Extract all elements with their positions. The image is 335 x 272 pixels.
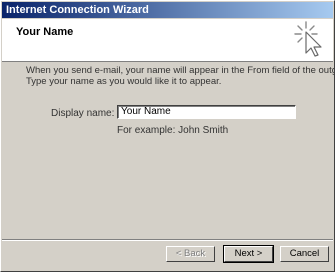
button-separator: [2, 239, 333, 241]
title-bar[interactable]: Internet Connection Wizard: [2, 2, 333, 18]
intro-text: When you send e-mail, your name will app…: [26, 65, 334, 87]
wizard-window: Internet Connection Wizard Your Name Whe…: [0, 0, 335, 272]
example-hint: For example: John Smith: [117, 125, 229, 136]
window-title: Internet Connection Wizard: [6, 4, 149, 16]
wizard-sparkle-icon: [294, 21, 322, 57]
display-name-label: Display name:: [51, 108, 115, 119]
back-button[interactable]: < Back: [166, 246, 215, 262]
intro-line-2: Type your name as you would like it to a…: [26, 76, 222, 87]
page-heading: Your Name: [16, 26, 74, 38]
cancel-button[interactable]: Cancel: [280, 246, 329, 262]
wizard-header: Your Name: [2, 19, 333, 62]
next-button[interactable]: Next >: [223, 245, 274, 263]
display-name-input[interactable]: [117, 105, 296, 119]
intro-line-1: When you send e-mail, your name will app…: [26, 65, 334, 76]
